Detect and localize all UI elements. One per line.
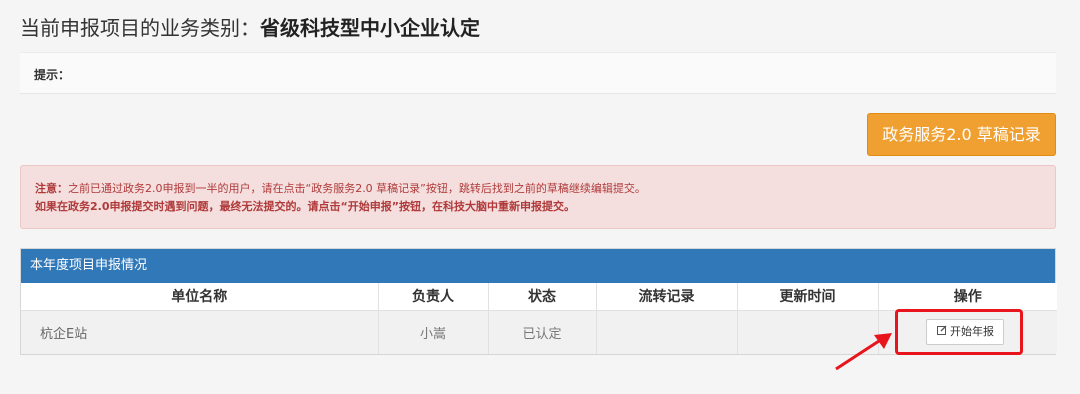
cell-status: 已认定: [488, 310, 597, 354]
tip-label: 提示：: [34, 68, 71, 82]
notice-line-1-text: 之前已通过政务2.0申报到一半的用户，请在点击“政务服务2.0 草稿记录”按钮，…: [68, 182, 646, 195]
notice-label: 注意：: [35, 182, 68, 195]
cell-owner: 小嵩: [378, 310, 489, 354]
edit-icon: [936, 320, 948, 344]
column-header-status: 状态: [488, 283, 597, 311]
table-header-row: 单位名称 负责人 状态 流转记录 更新时间 操作: [21, 283, 1057, 311]
red-arrow-icon: [835, 333, 892, 371]
column-header-updated: 更新时间: [737, 283, 879, 311]
notice-line-1: 注意：之前已通过政务2.0申报到一半的用户，请在点击“政务服务2.0 草稿记录”…: [35, 180, 1041, 198]
panel-title: 本年度项目申报情况: [21, 249, 1055, 283]
tip-box: 提示：: [20, 52, 1056, 94]
draft-records-button[interactable]: 政务服务2.0 草稿记录: [867, 113, 1056, 156]
start-report-button[interactable]: 开始年报: [926, 319, 1004, 345]
page-title: 当前申报项目的业务类别：省级科技型中小企业认定: [20, 12, 480, 41]
column-header-flow: 流转记录: [596, 283, 738, 311]
column-header-owner: 负责人: [378, 283, 489, 311]
cell-flow: [596, 310, 738, 354]
notice-line-2: 如果在政务2.0申报提交时遇到问题，最终无法提交的。请点击“开始申报”按钮，在科…: [35, 200, 575, 213]
start-report-label: 开始年报: [950, 325, 994, 338]
page-title-prefix: 当前申报项目的业务类别：: [20, 16, 260, 40]
column-header-action: 操作: [878, 283, 1057, 311]
cell-unit: 杭企E站: [21, 310, 379, 354]
business-category: 省级科技型中小企业认定: [260, 16, 480, 40]
column-header-unit: 单位名称: [21, 283, 379, 311]
notice-alert: 注意：之前已通过政务2.0申报到一半的用户，请在点击“政务服务2.0 草稿记录”…: [20, 165, 1056, 229]
